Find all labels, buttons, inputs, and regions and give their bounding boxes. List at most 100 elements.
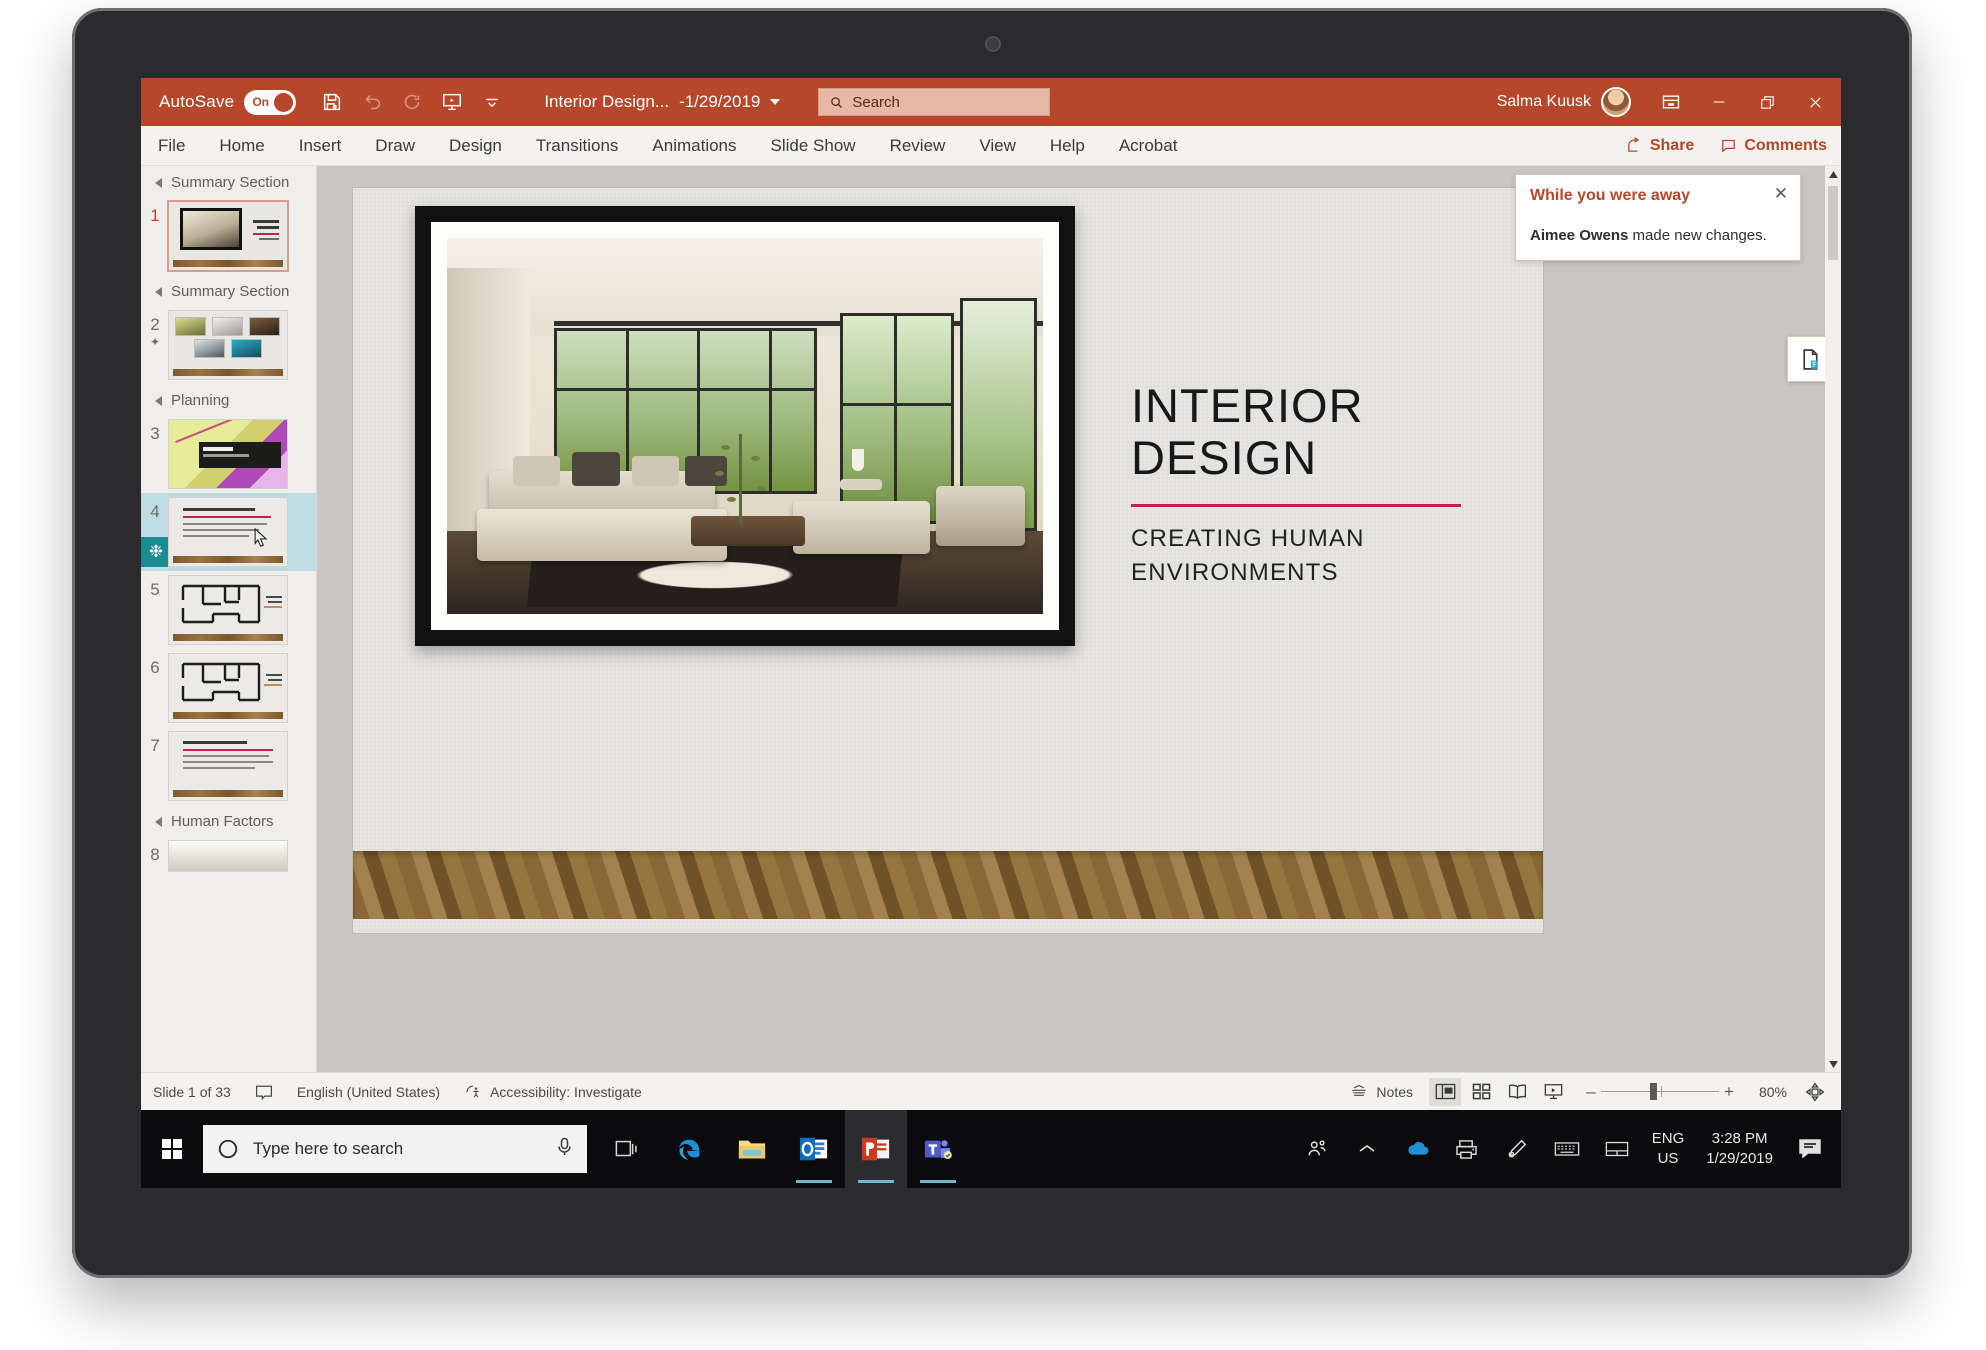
undo-icon[interactable]	[354, 84, 390, 120]
slide-show-icon[interactable]	[1537, 1078, 1569, 1106]
start-button[interactable]	[141, 1110, 203, 1188]
restore-icon[interactable]	[1743, 78, 1791, 126]
chevron-collapse-icon[interactable]	[155, 395, 162, 406]
language-indicator[interactable]: ENG US	[1642, 1129, 1695, 1169]
tab-acrobat[interactable]: Acrobat	[1102, 126, 1195, 166]
save-icon[interactable]	[314, 84, 350, 120]
slide-editing-area[interactable]: INTERIOR DESIGN CREATING HUMAN ENVIRONME…	[317, 166, 1841, 1072]
thumbnail-preview[interactable]	[169, 732, 287, 800]
notes-page-icon[interactable]	[243, 1084, 285, 1100]
zoom-in-button[interactable]: +	[1719, 1082, 1739, 1102]
tab-slide-show[interactable]: Slide Show	[754, 126, 873, 166]
thumbnail-item-6[interactable]: 6	[141, 649, 316, 727]
current-slide[interactable]: INTERIOR DESIGN CREATING HUMAN ENVIRONME…	[353, 188, 1543, 933]
picture-frame[interactable]	[415, 206, 1075, 646]
printer-icon[interactable]	[1442, 1110, 1492, 1188]
scrollbar-thumb[interactable]	[1828, 186, 1838, 260]
thumbnail-item-4[interactable]: ❉ 4	[141, 493, 316, 571]
notes-button[interactable]: Notes	[1338, 1084, 1425, 1100]
comments-button[interactable]: Comments	[1720, 137, 1827, 155]
section-header-summary-2[interactable]: Summary Section	[141, 275, 316, 306]
search-input[interactable]: Search	[818, 88, 1051, 116]
scroll-up-icon[interactable]	[1825, 166, 1841, 182]
section-header-planning[interactable]: Planning	[141, 384, 316, 415]
tab-home[interactable]: Home	[202, 126, 281, 166]
minimize-icon[interactable]	[1695, 78, 1743, 126]
language-indicator[interactable]: English (United States)	[285, 1084, 452, 1100]
ribbon-display-options-icon[interactable]	[1647, 78, 1695, 126]
task-view-icon[interactable]	[597, 1110, 659, 1188]
autosave-switch[interactable]: On	[244, 89, 297, 115]
accessibility-status[interactable]: Accessibility: Investigate	[452, 1083, 654, 1101]
zoom-out-button[interactable]: –	[1581, 1082, 1601, 1102]
customize-qat-icon[interactable]	[474, 84, 510, 120]
slide-title[interactable]: INTERIOR DESIGN	[1131, 380, 1491, 484]
chevron-collapse-icon[interactable]	[155, 177, 162, 188]
zoom-handle[interactable]	[1650, 1083, 1657, 1100]
fit-to-window-icon[interactable]	[1799, 1078, 1831, 1106]
tab-animations[interactable]: Animations	[635, 126, 753, 166]
zoom-track[interactable]	[1601, 1083, 1719, 1100]
tab-transitions[interactable]: Transitions	[519, 126, 636, 166]
thumbnail-item-2[interactable]: 2 ✦	[141, 306, 316, 384]
slide-subtitle[interactable]: CREATING HUMAN ENVIRONMENTS	[1131, 522, 1481, 590]
show-hidden-icons-icon[interactable]	[1342, 1110, 1392, 1188]
clock[interactable]: 3:28 PM 1/29/2019	[1694, 1129, 1785, 1169]
document-title-group[interactable]: Interior Design... -1/29/2019	[544, 92, 781, 112]
tab-draw[interactable]: Draw	[358, 126, 432, 166]
zoom-slider[interactable]: – +	[1581, 1082, 1739, 1102]
slide-sorter-icon[interactable]	[1465, 1078, 1497, 1106]
thumbnail-preview[interactable]	[169, 498, 287, 566]
thumbnail-item-8[interactable]: 8	[141, 836, 316, 876]
keyboard-icon[interactable]	[1542, 1110, 1592, 1188]
normal-view-icon[interactable]	[1429, 1077, 1461, 1106]
edge-icon[interactable]	[659, 1110, 721, 1188]
powerpoint-icon[interactable]	[845, 1110, 907, 1188]
thumbnail-item-3[interactable]: 3	[141, 415, 316, 493]
scroll-down-icon[interactable]	[1825, 1056, 1841, 1072]
thumbnail-item-1[interactable]: 1	[141, 197, 316, 275]
thumbnail-item-5[interactable]: 5	[141, 571, 316, 649]
slide-thumbnail-pane[interactable]: Summary Section 1 Summary Section 2 ✦ Pl…	[141, 166, 317, 1072]
thumbnail-preview[interactable]	[169, 576, 287, 644]
start-presentation-icon[interactable]	[434, 84, 470, 120]
while-you-were-away-card[interactable]: While you were away ✕ Aimee Owens made n…	[1515, 174, 1801, 261]
thumbnail-preview[interactable]	[169, 420, 287, 488]
tab-insert[interactable]: Insert	[282, 126, 359, 166]
people-icon[interactable]	[1292, 1110, 1342, 1188]
thumbnail-preview[interactable]	[169, 654, 287, 722]
section-header-human-factors[interactable]: Human Factors	[141, 805, 316, 836]
thumbnail-preview[interactable]	[169, 841, 287, 871]
tab-view[interactable]: View	[962, 126, 1033, 166]
outlook-icon[interactable]	[783, 1110, 845, 1188]
chevron-collapse-icon[interactable]	[155, 816, 162, 827]
tab-review[interactable]: Review	[873, 126, 963, 166]
thumbnail-preview[interactable]	[169, 311, 287, 379]
avatar[interactable]	[1601, 87, 1631, 117]
reading-view-icon[interactable]	[1501, 1078, 1533, 1106]
vertical-scrollbar[interactable]	[1825, 166, 1841, 1072]
chevron-down-icon[interactable]	[770, 99, 781, 105]
zoom-level[interactable]: 80%	[1751, 1084, 1795, 1100]
chevron-collapse-icon[interactable]	[155, 286, 162, 297]
thumbnail-item-7[interactable]: 7	[141, 727, 316, 805]
autosave-toggle-group[interactable]: AutoSave On	[159, 89, 297, 115]
mic-icon[interactable]	[556, 1137, 573, 1162]
tab-design[interactable]: Design	[432, 126, 519, 166]
share-button[interactable]: Share	[1626, 137, 1694, 155]
teams-icon[interactable]	[907, 1110, 969, 1188]
redo-icon[interactable]	[394, 84, 430, 120]
taskbar-search-input[interactable]: Type here to search	[203, 1125, 587, 1173]
action-center-icon[interactable]	[1785, 1110, 1835, 1188]
section-header-summary-1[interactable]: Summary Section	[141, 166, 316, 197]
tab-help[interactable]: Help	[1033, 126, 1102, 166]
close-icon[interactable]: ✕	[1774, 185, 1788, 202]
pen-icon[interactable]	[1492, 1110, 1542, 1188]
onedrive-icon[interactable]	[1392, 1110, 1442, 1188]
touchpad-icon[interactable]	[1592, 1110, 1642, 1188]
thumbnail-preview[interactable]	[169, 202, 287, 270]
tab-file[interactable]: File	[141, 126, 202, 166]
file-explorer-icon[interactable]	[721, 1110, 783, 1188]
slide-counter[interactable]: Slide 1 of 33	[141, 1084, 243, 1100]
close-icon[interactable]	[1791, 78, 1839, 126]
